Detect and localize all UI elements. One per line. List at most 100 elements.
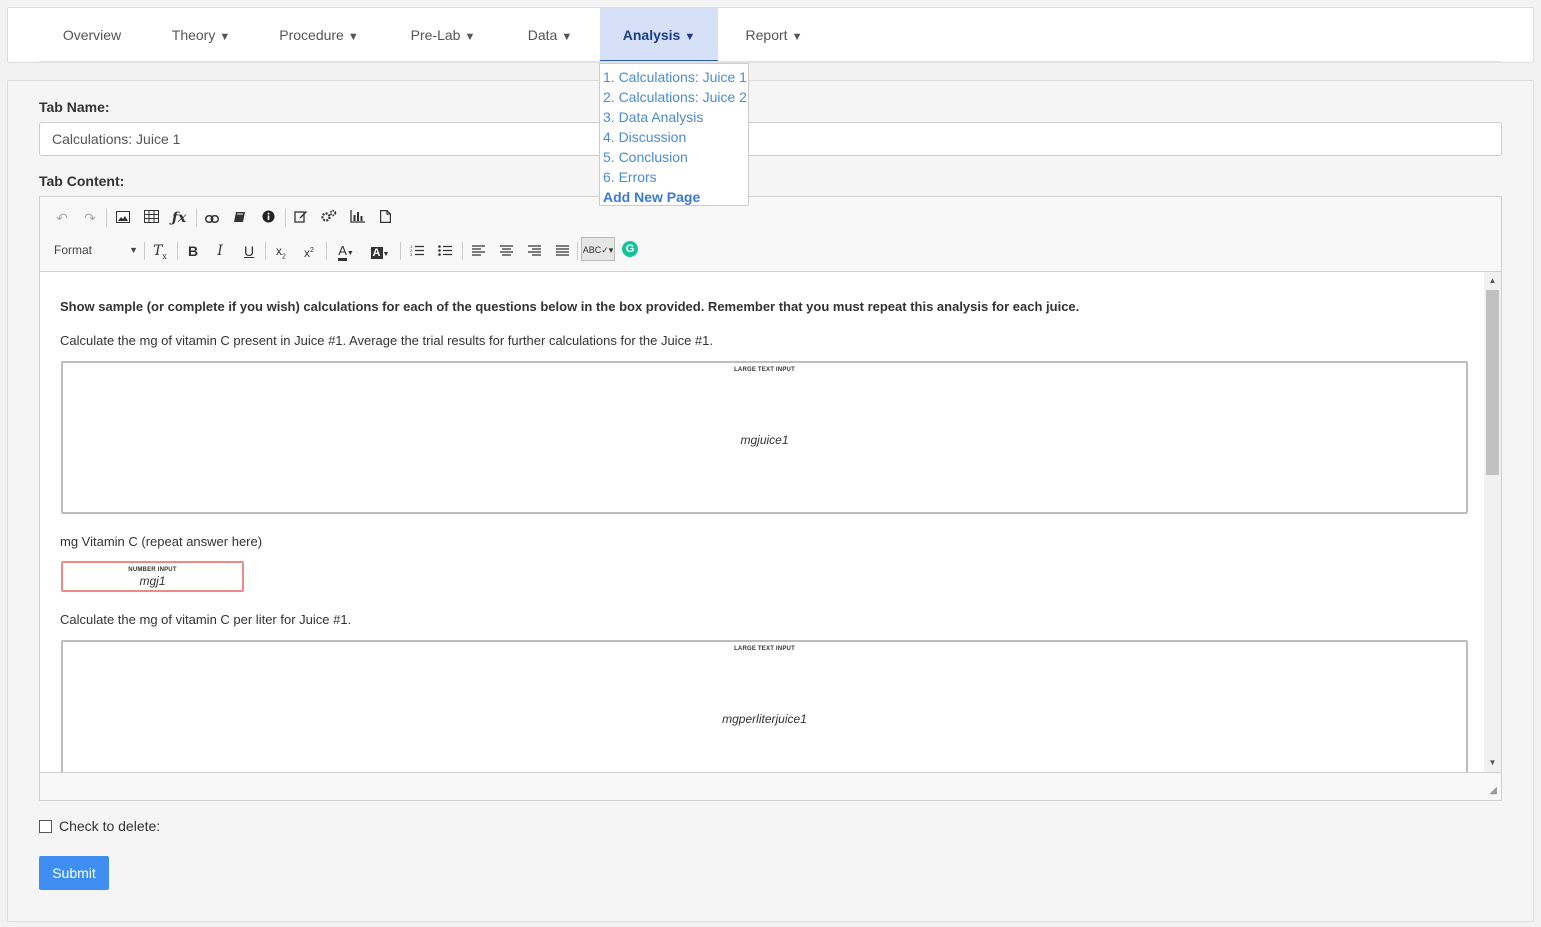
menu-item-conclusion[interactable]: 5. Conclusion — [600, 147, 748, 167]
new-page-icon[interactable] — [374, 207, 396, 229]
edit-icon[interactable] — [290, 207, 312, 229]
tab-label: Analysis — [622, 27, 681, 43]
link-icon[interactable] — [201, 207, 223, 229]
tab-content-label: Tab Content: — [39, 173, 125, 189]
tab-label: Theory — [171, 27, 216, 43]
tab-report[interactable]: Report ▼ — [730, 8, 818, 62]
input-type-tag: LARGE TEXT INPUT — [734, 367, 795, 373]
undo-icon[interactable]: ↶ — [51, 207, 73, 229]
align-left-icon[interactable] — [467, 240, 489, 262]
scrollbar-thumb[interactable] — [1486, 290, 1499, 475]
rich-text-editor: ↶ ↷ ƒx Format ▼ Tx B I U x2 x2 A▼ A ▼ 1 … — [39, 196, 1502, 801]
gears-icon[interactable] — [318, 207, 340, 229]
scroll-down-icon[interactable]: ▼ — [1484, 756, 1501, 770]
spellcheck-icon: ABC — [582, 245, 602, 255]
image-icon[interactable] — [112, 207, 134, 229]
toolbar-separator — [400, 242, 401, 260]
menu-item-discussion[interactable]: 4. Discussion — [600, 127, 748, 147]
input-variable-name: mgj1 — [139, 574, 166, 588]
large-text-input-mgjuice1[interactable]: LARGE TEXT INPUT mgjuice1 — [61, 361, 1468, 514]
scroll-up-icon[interactable]: ▲ — [1484, 274, 1501, 288]
svg-text:3: 3 — [410, 252, 413, 256]
format-label: Format — [54, 243, 93, 257]
question-3: Calculate the mg of vitamin C per liter … — [60, 612, 352, 627]
top-nav: Overview Theory ▼ Procedure ▼ Pre-Lab ▼ Dat… — [7, 7, 1534, 63]
spellcheck-button[interactable]: ABC✓▾ — [581, 237, 615, 261]
tab-label: Pre-Lab — [410, 27, 461, 43]
tab-label: Overview — [62, 27, 122, 43]
number-input-mgj1[interactable]: NUMBER INPUT mgj1 — [61, 561, 244, 592]
justify-icon[interactable] — [551, 240, 573, 262]
caret-down-icon: ▼ — [219, 31, 231, 43]
subscript-icon[interactable]: x2 — [270, 240, 292, 262]
italic-icon[interactable]: I — [209, 240, 231, 262]
intro-text: Show sample (or complete if you wish) ca… — [60, 299, 1080, 314]
editor-scrollbar[interactable]: ▲ ▼ — [1484, 272, 1501, 772]
redo-icon[interactable]: ↷ — [79, 207, 101, 229]
bold-icon[interactable]: B — [182, 240, 204, 262]
toolbar-separator — [196, 209, 197, 227]
menu-item-calculations-juice-1[interactable]: 1. Calculations: Juice 1 — [600, 67, 748, 87]
input-variable-name: mgperliterjuice1 — [722, 712, 807, 726]
background-color-icon[interactable]: A ▼ — [366, 240, 394, 262]
toolbar-separator — [265, 242, 266, 260]
caret-down-icon: ▼ — [464, 31, 476, 43]
chart-icon[interactable] — [346, 207, 368, 229]
table-icon[interactable] — [140, 207, 162, 229]
tab-data[interactable]: Data ▼ — [511, 8, 589, 62]
align-right-icon[interactable] — [523, 240, 545, 262]
editor-content[interactable]: Show sample (or complete if you wish) ca… — [40, 272, 1484, 772]
remove-format-icon[interactable]: Tx — [149, 240, 171, 262]
tab-name-label: Tab Name: — [39, 99, 110, 115]
caret-down-icon: ▼ — [791, 31, 803, 43]
tab-overview[interactable]: Overview — [39, 8, 145, 62]
tab-procedure[interactable]: Procedure ▼ — [262, 8, 376, 62]
menu-item-calculations-juice-2[interactable]: 2. Calculations: Juice 2 — [600, 87, 748, 107]
tab-theory[interactable]: Theory ▼ — [156, 8, 246, 62]
delete-label: Check to delete: — [59, 818, 161, 834]
align-center-icon[interactable] — [495, 240, 517, 262]
caret-down-icon: ▼ — [684, 31, 696, 43]
tab-label: Data — [527, 27, 558, 43]
caret-down-icon: ▼ — [561, 31, 573, 43]
editor-toolbar: ↶ ↷ ƒx Format ▼ Tx B I U x2 x2 A▼ A ▼ 1 … — [40, 197, 1501, 272]
tab-label: Procedure — [279, 27, 344, 43]
book-icon[interactable] — [229, 207, 251, 229]
toolbar-separator — [177, 242, 178, 260]
resize-handle-icon[interactable]: ◢ — [1489, 785, 1497, 796]
delete-checkbox[interactable] — [39, 820, 52, 833]
editor-statusbar: ◢ — [40, 772, 1501, 800]
formula-icon[interactable]: ƒx — [168, 207, 190, 229]
text-color-icon[interactable]: A▼ — [332, 240, 360, 262]
input-variable-name: mgjuice1 — [740, 433, 789, 447]
input-type-tag: NUMBER INPUT — [128, 567, 177, 573]
nav-underline — [39, 61, 1502, 63]
bulleted-list-icon[interactable] — [434, 240, 456, 262]
input-type-tag: LARGE TEXT INPUT — [734, 646, 795, 652]
menu-item-errors[interactable]: 6. Errors — [600, 167, 748, 187]
question-1: Calculate the mg of vitamin C present in… — [60, 333, 713, 348]
menu-item-data-analysis[interactable]: 3. Data Analysis — [600, 107, 748, 127]
large-text-input-mgperliterjuice1[interactable]: LARGE TEXT INPUT mgperliterjuice1 — [61, 640, 1468, 772]
submit-button[interactable]: Submit — [39, 856, 109, 890]
toolbar-separator — [285, 209, 286, 227]
caret-down-icon: ▼ — [129, 245, 138, 255]
add-new-page-link[interactable]: Add New Page — [600, 187, 748, 207]
toolbar-separator — [326, 242, 327, 260]
toolbar-separator — [577, 242, 578, 260]
info-icon[interactable] — [257, 207, 279, 229]
underline-icon[interactable]: U — [238, 240, 260, 262]
toolbar-separator — [462, 242, 463, 260]
numbered-list-icon[interactable]: 123 — [406, 240, 428, 262]
toolbar-separator — [106, 209, 107, 227]
tab-pre-lab[interactable]: Pre-Lab ▼ — [397, 8, 489, 62]
analysis-dropdown-menu: 1. Calculations: Juice 1 2. Calculations… — [599, 63, 749, 206]
tab-label: Report — [745, 27, 788, 43]
tab-analysis[interactable]: Analysis ▼ — [600, 8, 718, 62]
grammarly-icon[interactable]: G — [622, 241, 638, 257]
question-2: mg Vitamin C (repeat answer here) — [60, 534, 263, 549]
toolbar-separator — [144, 242, 145, 260]
format-dropdown[interactable]: Format ▼ — [54, 239, 138, 261]
tab-name-input[interactable] — [39, 122, 1502, 156]
superscript-icon[interactable]: x2 — [298, 240, 320, 262]
